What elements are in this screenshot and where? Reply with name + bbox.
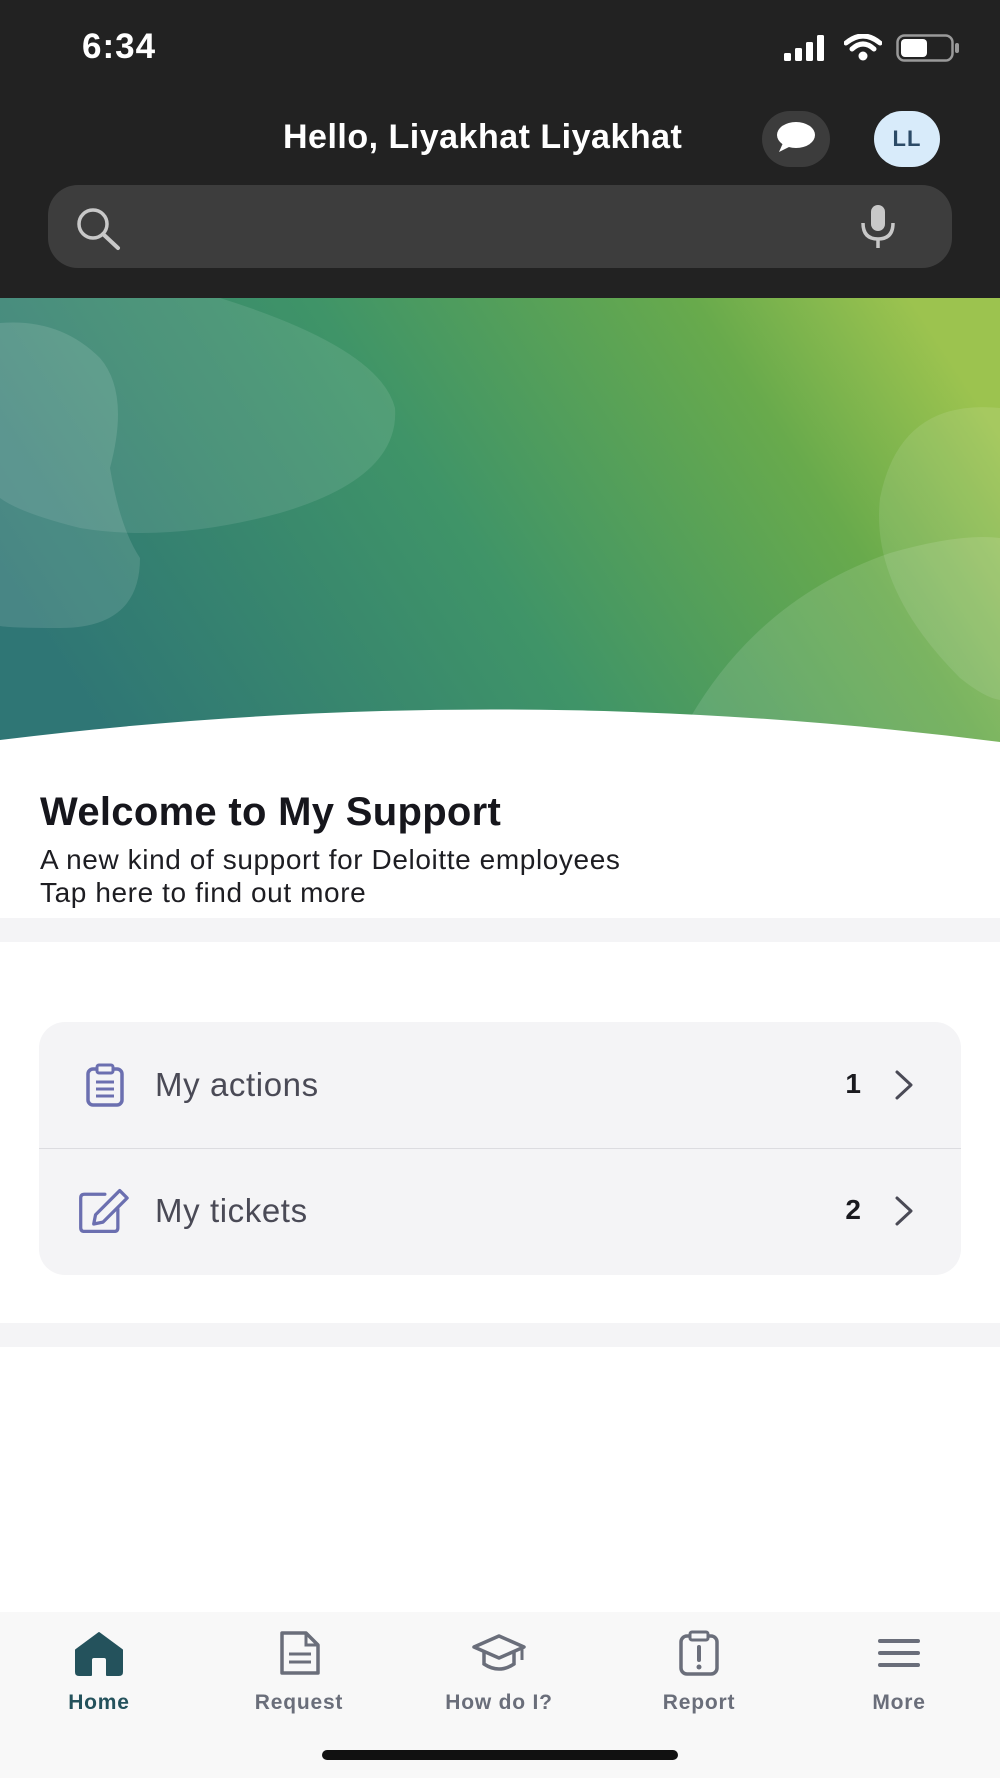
section-divider — [0, 918, 1000, 942]
nav-label-request: Request — [254, 1691, 344, 1714]
graduation-cap-icon — [471, 1630, 527, 1681]
home-indicator — [322, 1750, 678, 1760]
nav-how-do-i[interactable]: How do I? — [419, 1630, 579, 1730]
wifi-icon — [843, 33, 883, 67]
microphone-icon[interactable] — [858, 203, 898, 256]
document-icon — [276, 1630, 322, 1681]
section-divider — [0, 1323, 1000, 1347]
edit-pencil-icon — [77, 1188, 129, 1234]
signal-icon — [784, 34, 830, 66]
menu-icon — [876, 1630, 922, 1681]
my-actions-row[interactable]: My actions 1 — [39, 1022, 961, 1149]
my-tickets-label: My tickets — [155, 1192, 308, 1229]
my-tickets-row[interactable]: My tickets 2 — [39, 1148, 961, 1274]
status-icons — [784, 32, 960, 68]
chat-bubble-icon — [775, 120, 817, 159]
top-bar: 6:34 Hello, Liyakhat Liyakhat LL — [0, 0, 1000, 298]
welcome-subtitle: A new kind of support for Deloitte emplo… — [40, 844, 621, 875]
actions-tickets-card: My actions 1 My tickets 2 — [39, 1022, 961, 1275]
search-icon — [74, 205, 126, 256]
my-actions-label: My actions — [155, 1066, 319, 1103]
my-actions-count: 1 — [845, 1068, 861, 1099]
home-icon — [73, 1630, 125, 1681]
nav-report[interactable]: Report — [619, 1630, 779, 1730]
chevron-right-icon — [893, 1069, 915, 1106]
nav-label-how-do-i: How do I? — [445, 1691, 553, 1714]
greeting-text: Hello, Liyakhat Liyakhat — [283, 118, 683, 156]
welcome-title: Welcome to My Support — [40, 790, 502, 834]
search-bar[interactable] — [48, 185, 952, 268]
clipboard-alert-icon — [676, 1630, 722, 1681]
chevron-right-icon — [893, 1195, 915, 1232]
my-tickets-count: 2 — [845, 1194, 861, 1225]
nav-request[interactable]: Request — [219, 1630, 379, 1730]
nav-home[interactable]: Home — [19, 1630, 179, 1730]
status-time: 6:34 — [82, 27, 157, 66]
search-input[interactable] — [138, 203, 842, 251]
nav-more[interactable]: More — [819, 1630, 979, 1730]
nav-label-more: More — [872, 1691, 926, 1714]
avatar[interactable]: LL — [874, 111, 940, 167]
chat-button[interactable] — [762, 111, 830, 167]
battery-icon — [896, 33, 960, 67]
nav-label-report: Report — [662, 1691, 736, 1714]
nav-label-home: Home — [68, 1691, 130, 1714]
welcome-section[interactable]: Welcome to My Support A new kind of supp… — [40, 790, 970, 909]
hero-banner — [0, 298, 1000, 758]
find-out-more-link[interactable]: Tap here to find out more — [40, 876, 970, 909]
clipboard-list-icon — [79, 1062, 131, 1108]
